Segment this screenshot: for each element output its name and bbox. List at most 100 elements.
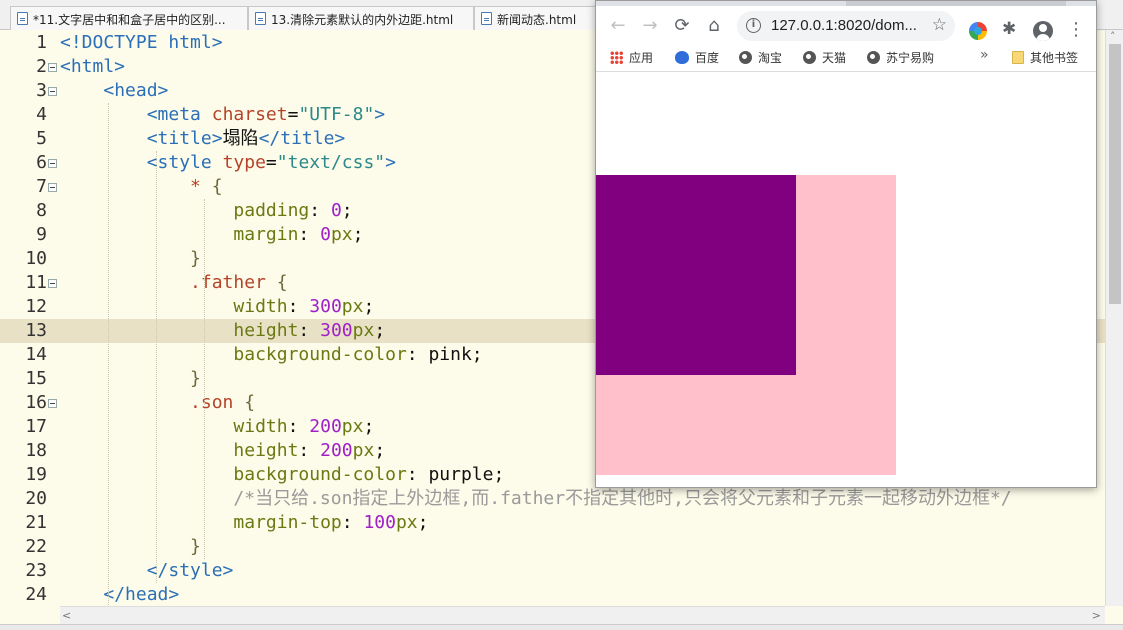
bookmark-star-icon[interactable]: ☆ bbox=[932, 15, 947, 35]
baidu-paw-icon bbox=[675, 51, 689, 64]
line-number: 21 bbox=[25, 512, 47, 533]
browser-toolbar: ← → ⟳ ⌂ i 127.0.0.1:8020/dom... ☆ ✱ ⋮ bbox=[596, 6, 1096, 44]
bookmark-baidu[interactable]: 百度 bbox=[675, 49, 719, 66]
indent-guide bbox=[204, 199, 205, 559]
folder-icon bbox=[1012, 51, 1024, 64]
code-text: <!DOCTYPE html> bbox=[60, 32, 223, 53]
code-text: background-color: purple; bbox=[233, 464, 505, 485]
line-number: 24 bbox=[25, 584, 47, 605]
forward-icon[interactable]: → bbox=[638, 14, 662, 38]
editor-tab-label: 新闻动态.html bbox=[497, 13, 577, 27]
line-number: 4 bbox=[36, 104, 47, 125]
scroll-thumb[interactable] bbox=[1109, 44, 1121, 304]
line-number: 10 bbox=[25, 248, 47, 269]
code-text: * { bbox=[190, 176, 223, 197]
site-info-icon[interactable]: i bbox=[746, 18, 761, 33]
editor-tab-11[interactable]: *11.文字居中和和盒子居中的区别... bbox=[10, 6, 248, 30]
line-number: 17 bbox=[25, 416, 47, 437]
line-number: 1 bbox=[36, 32, 47, 53]
code-line[interactable]: 22 } bbox=[0, 535, 1105, 559]
fold-toggle-icon[interactable] bbox=[48, 63, 57, 72]
code-text: </style> bbox=[146, 560, 234, 581]
line-number: 7 bbox=[36, 176, 47, 197]
scroll-right-icon[interactable]: > bbox=[1092, 609, 1101, 622]
editor-tab-label: 13.清除元素默认的内外边距.html bbox=[271, 13, 454, 27]
line-number: 19 bbox=[25, 464, 47, 485]
line-number: 14 bbox=[25, 344, 47, 365]
fold-toggle-icon[interactable] bbox=[48, 399, 57, 408]
bookmark-label: 苏宁易购 bbox=[886, 51, 935, 65]
indent-guide bbox=[108, 103, 109, 607]
code-text: <title>塌陷</title> bbox=[146, 128, 346, 149]
code-text: <html> bbox=[60, 56, 126, 77]
extensions-puzzle-icon[interactable]: ✱ bbox=[1002, 19, 1016, 39]
line-number: 23 bbox=[25, 560, 47, 581]
apps-grid-icon bbox=[610, 51, 623, 64]
line-number: 5 bbox=[36, 128, 47, 149]
line-number: 6 bbox=[36, 152, 47, 173]
extension-icon[interactable] bbox=[969, 22, 987, 40]
indent-guide bbox=[156, 151, 157, 583]
code-text: /*当只给.son指定上外边框,而.father不指定其他时,只会将父元素和子元… bbox=[233, 488, 1012, 509]
globe-icon bbox=[867, 51, 880, 64]
fold-toggle-icon[interactable] bbox=[48, 159, 57, 168]
address-bar[interactable]: i 127.0.0.1:8020/dom... ☆ bbox=[737, 11, 955, 41]
fold-toggle-icon[interactable] bbox=[48, 279, 57, 288]
line-number: 13 bbox=[25, 320, 47, 341]
html-file-icon bbox=[481, 12, 492, 25]
bookmark-other[interactable]: 其他书签 bbox=[1012, 49, 1078, 66]
line-number: 18 bbox=[25, 440, 47, 461]
father-box bbox=[596, 175, 896, 475]
code-text: } bbox=[190, 368, 201, 389]
code-text: .son { bbox=[190, 392, 256, 413]
browser-menu-icon[interactable]: ⋮ bbox=[1067, 19, 1085, 40]
page-viewport bbox=[596, 73, 1096, 487]
line-number: 3 bbox=[36, 80, 47, 101]
url-text[interactable]: 127.0.0.1:8020/dom... bbox=[771, 17, 917, 34]
bookmarks-bar: 应用 百度 淘宝 天猫 苏宁易购 » 其他书签 bbox=[596, 44, 1096, 72]
scroll-up-icon[interactable]: ˄ bbox=[1110, 30, 1116, 43]
line-number: 11 bbox=[25, 272, 47, 293]
editor-tab-13[interactable]: 13.清除元素默认的内外边距.html bbox=[248, 6, 474, 30]
code-text: margin: 0px; bbox=[233, 224, 364, 245]
home-icon[interactable]: ⌂ bbox=[702, 14, 726, 38]
code-text: background-color: pink; bbox=[233, 344, 483, 365]
status-bar bbox=[0, 624, 1123, 630]
code-line[interactable]: 20 /*当只给.son指定上外边框,而.father不指定其他时,只会将父元素… bbox=[0, 487, 1105, 511]
line-number: 2 bbox=[36, 56, 47, 77]
editor-vertical-scrollbar[interactable]: ˄ bbox=[1105, 30, 1123, 606]
code-text: </head> bbox=[103, 584, 180, 605]
code-text: } bbox=[190, 536, 201, 557]
code-text: } bbox=[190, 248, 201, 269]
code-line[interactable]: 24 </head> bbox=[0, 583, 1105, 607]
code-line[interactable]: 23 </style> bbox=[0, 559, 1105, 583]
editor-horizontal-scrollbar[interactable]: < > bbox=[60, 606, 1105, 624]
code-text: margin-top: 100px; bbox=[233, 512, 429, 533]
bookmark-label: 应用 bbox=[629, 51, 654, 65]
profile-avatar-icon[interactable] bbox=[1033, 21, 1053, 41]
back-icon[interactable]: ← bbox=[606, 14, 630, 38]
bookmark-label: 天猫 bbox=[822, 51, 847, 65]
reload-icon[interactable]: ⟳ bbox=[670, 14, 694, 38]
bookmark-label: 百度 bbox=[695, 51, 720, 65]
code-text: padding: 0; bbox=[233, 200, 353, 221]
fold-toggle-icon[interactable] bbox=[48, 87, 57, 96]
bookmark-apps[interactable]: 应用 bbox=[610, 49, 653, 66]
code-line[interactable]: 21 margin-top: 100px; bbox=[0, 511, 1105, 535]
html-file-icon bbox=[17, 12, 28, 25]
bookmark-tmall[interactable]: 天猫 bbox=[803, 49, 846, 66]
line-number: 20 bbox=[25, 488, 47, 509]
line-number: 16 bbox=[25, 392, 47, 413]
code-text: <head> bbox=[103, 80, 169, 101]
scroll-left-icon[interactable]: < bbox=[62, 609, 71, 622]
bookmark-suning[interactable]: 苏宁易购 bbox=[867, 49, 934, 66]
fold-toggle-icon[interactable] bbox=[48, 183, 57, 192]
editor-tab-label: *11.文字居中和和盒子居中的区别... bbox=[33, 13, 226, 27]
line-number: 12 bbox=[25, 296, 47, 317]
bookmark-label: 其他书签 bbox=[1030, 51, 1079, 65]
bookmark-label: 淘宝 bbox=[758, 51, 783, 65]
more-bookmarks-icon[interactable]: » bbox=[980, 47, 989, 63]
editor-tab-news[interactable]: 新闻动态.html bbox=[474, 6, 600, 30]
browser-window: ← → ⟳ ⌂ i 127.0.0.1:8020/dom... ☆ ✱ ⋮ 应用… bbox=[595, 0, 1097, 488]
bookmark-taobao[interactable]: 淘宝 bbox=[739, 49, 782, 66]
